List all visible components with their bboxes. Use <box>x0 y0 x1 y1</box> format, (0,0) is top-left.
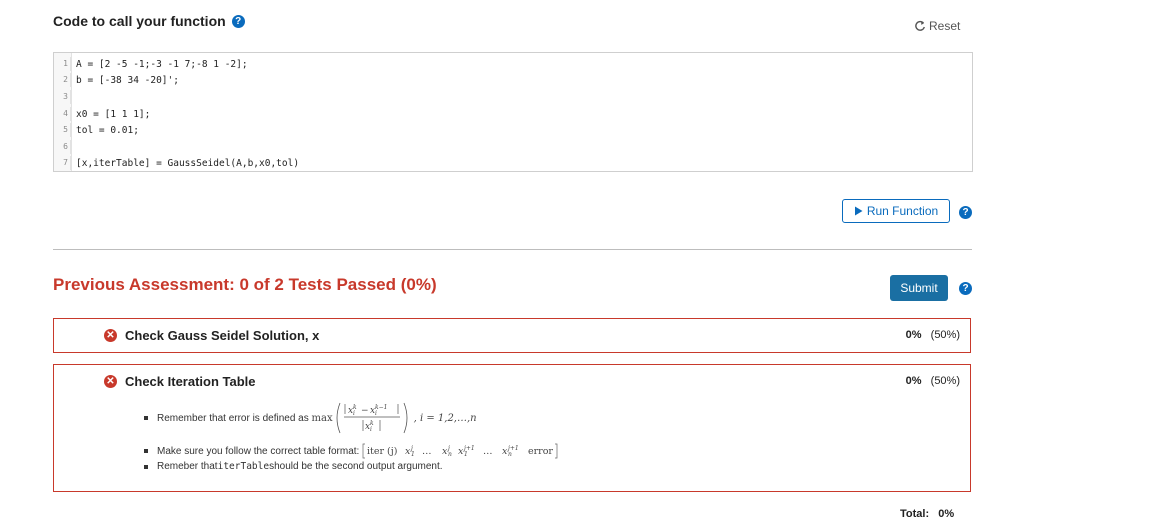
line-number: 4 <box>54 107 71 121</box>
hint-error-definition: Remember that error is defined as max x … <box>142 401 477 435</box>
fail-icon: ✕ <box>104 329 117 342</box>
code-section-title: Code to call your function ? <box>53 13 245 29</box>
reset-label: Reset <box>929 19 961 33</box>
line-number: 6 <box>54 140 71 154</box>
svg-text:n: n <box>508 451 512 458</box>
help-icon[interactable]: ? <box>959 206 972 219</box>
code-line: 2 b = [-38 34 -20]'; <box>54 73 179 87</box>
help-icon[interactable]: ? <box>231 14 245 28</box>
code-line: 6 <box>54 140 76 154</box>
hint-text: Remeber that <box>157 461 218 472</box>
line-number: 1 <box>54 57 71 71</box>
line-number: 7 <box>54 156 71 170</box>
svg-text:−: − <box>361 406 369 416</box>
submit-button[interactable]: Submit <box>890 275 948 301</box>
test-score-value: 0% <box>905 329 922 341</box>
hint-code: iterTable <box>217 461 270 472</box>
svg-text:i: i <box>375 410 377 417</box>
code-text: [x,iterTable] = GaussSeidel(A,b,x0,tol) <box>76 157 300 169</box>
run-function-label: Run Function <box>866 204 939 218</box>
code-title-text: Code to call your function <box>53 13 226 29</box>
section-divider <box>53 249 972 250</box>
reset-button[interactable]: Reset <box>914 19 960 33</box>
hint-output-argument: Remeber that iterTable should be the sec… <box>142 461 443 472</box>
test-score: 0% (50%) <box>906 375 960 387</box>
assessment-title: Previous Assessment: 0 of 2 Tests Passed… <box>53 275 437 294</box>
math-max: max <box>311 412 333 424</box>
svg-text:i: i <box>353 410 355 417</box>
svg-text:1: 1 <box>411 451 415 458</box>
test-weight: (50%) <box>930 375 960 387</box>
svg-text:n: n <box>448 451 452 458</box>
code-text: tol = 0.01; <box>76 124 139 136</box>
hint-text: Make sure you follow the correct table f… <box>157 445 360 457</box>
svg-text:…: … <box>483 446 493 457</box>
code-line: 4 x0 = [1 1 1]; <box>54 107 150 121</box>
code-line: 1 A = [2 -5 -1;-3 -1 7;-8 1 -2]; <box>54 57 248 71</box>
test-name: Check Iteration Table <box>125 374 256 389</box>
line-number: 3 <box>54 90 71 104</box>
run-function-button[interactable]: Run Function <box>842 199 950 223</box>
code-text: b = [-38 34 -20]'; <box>76 74 179 86</box>
test-weight: (50%) <box>930 329 960 341</box>
test-score: 0% (50%) <box>906 329 960 341</box>
svg-text:…: … <box>422 446 432 457</box>
code-text: x0 = [1 1 1]; <box>76 108 151 120</box>
code-line: 3 <box>54 90 76 104</box>
test-result-card: ✕ Check Gauss Seidel Solution, x 0% (50%… <box>53 318 971 353</box>
svg-text:1: 1 <box>464 451 468 458</box>
code-editor[interactable]: 1 A = [2 -5 -1;-3 -1 7;-8 1 -2]; 2 b = [… <box>53 52 973 172</box>
hint-table-format: Make sure you follow the correct table f… <box>142 443 662 459</box>
code-line: 5 tol = 0.01; <box>54 123 139 137</box>
total-label: Total: <box>900 508 930 520</box>
test-header: ✕ Check Iteration Table <box>104 374 256 389</box>
hint-text: should be the second output argument. <box>269 461 443 472</box>
help-icon[interactable]: ? <box>959 282 972 295</box>
total-score: Total: 0% <box>900 508 954 520</box>
svg-text:iter (j): iter (j) <box>367 446 397 457</box>
line-number: 2 <box>54 73 71 87</box>
table-format-icon: iter (j) x j 1 … x j n x j+1 1 … x j+1 n… <box>362 443 558 459</box>
svg-text:i: i <box>370 426 372 433</box>
code-line: 7 [x,iterTable] = GaussSeidel(A,b,x0,tol… <box>54 156 299 170</box>
math-index-range: , i = 1,2,…,n <box>413 412 477 424</box>
svg-text:error: error <box>528 446 553 457</box>
error-formula-icon: x k i − x k−1 i x k i <box>336 402 408 434</box>
test-result-card: ✕ Check Iteration Table 0% (50%) Remembe… <box>53 364 971 492</box>
line-number: 5 <box>54 123 71 137</box>
test-score-value: 0% <box>905 375 922 387</box>
play-icon <box>854 206 863 216</box>
test-name: Check Gauss Seidel Solution, x <box>125 328 320 343</box>
code-text: A = [2 -5 -1;-3 -1 7;-8 1 -2]; <box>76 58 248 70</box>
fail-icon: ✕ <box>104 375 117 388</box>
test-header: ✕ Check Gauss Seidel Solution, x <box>104 328 319 343</box>
refresh-icon <box>915 20 925 31</box>
total-value: 0% <box>938 508 955 520</box>
hint-text: Remember that error is defined as <box>157 412 309 424</box>
